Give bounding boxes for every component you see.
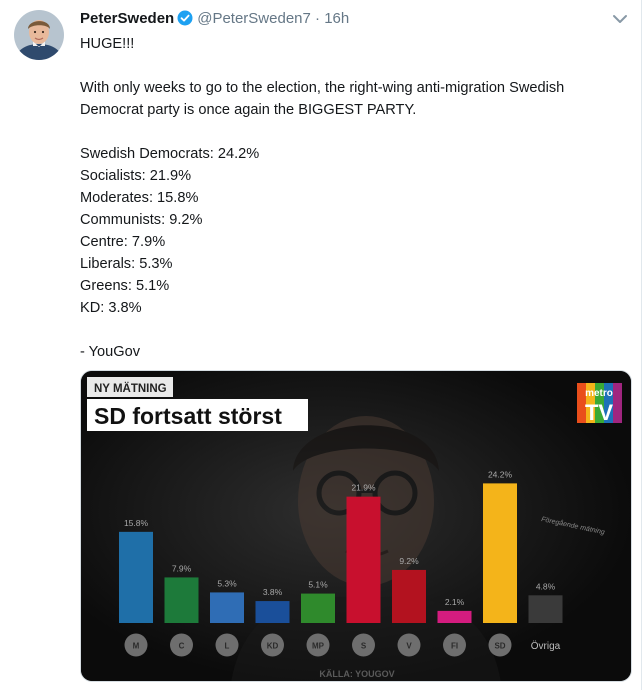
- chart-bar: [437, 610, 472, 623]
- bar-value-label: 5.1%: [308, 580, 328, 590]
- tweet-line: - YouGov: [80, 344, 141, 360]
- party-code: C: [179, 642, 185, 651]
- tweet-header: PeterSweden @PeterSweden7 · 16h: [80, 9, 601, 31]
- chart-bar: [346, 496, 381, 623]
- tweet-line: Liberals: 5.3%: [80, 256, 173, 272]
- chart-bar: [301, 593, 335, 623]
- chart-bar: [392, 569, 426, 623]
- avatar-image: [14, 10, 64, 60]
- tweet-card[interactable]: PeterSweden @PeterSweden7 · 16h HUGE!!! W…: [0, 0, 642, 690]
- bar-value-label: 21.9%: [351, 483, 376, 493]
- logo-top: metro: [585, 388, 613, 399]
- tweet-line: HUGE!!!: [80, 36, 135, 52]
- chart-bar: [255, 601, 290, 623]
- meta-separator: ·: [315, 10, 321, 27]
- author-name[interactable]: PeterSweden: [80, 10, 174, 27]
- bar-value-label: 9.2%: [399, 556, 419, 566]
- bar-value-label: 2.1%: [445, 597, 465, 607]
- tweet-timestamp[interactable]: 16h: [324, 10, 349, 27]
- party-code: V: [406, 642, 412, 651]
- tweet-line: Moderates: 15.8%: [80, 190, 199, 206]
- metro-tv-logo: metro TV: [577, 383, 622, 425]
- poll-chart-image: 15.8% 7.9% 5.3% 3.8% 5.1% 21.9% 9.2% 2.1% 24.2% 4…: [81, 371, 631, 681]
- tweet-line: KD: 3.8%: [80, 300, 142, 316]
- tweet-line: With only weeks to go to the election, t…: [80, 80, 565, 96]
- tweet-line: Democrat party is once again the BIGGEST…: [80, 102, 417, 118]
- party-code: MP: [312, 642, 325, 651]
- other-label: Övriga: [531, 640, 561, 652]
- party-code: KD: [267, 642, 279, 651]
- author-handle[interactable]: @PeterSweden7: [197, 10, 311, 27]
- party-code: SD: [494, 642, 505, 651]
- chart-bar: [119, 531, 153, 623]
- tweet-line: Communists: 9.2%: [80, 212, 203, 228]
- party-code: M: [133, 642, 140, 651]
- party-code: FI: [451, 642, 458, 651]
- bar-value-label: 3.8%: [263, 587, 283, 597]
- logo-bottom: TV: [585, 400, 613, 425]
- chart-bar: [210, 592, 244, 623]
- bar-value-label: 7.9%: [172, 563, 192, 573]
- verified-badge-icon: [177, 10, 193, 32]
- tweet-line: Socialists: 21.9%: [80, 168, 192, 184]
- chart-bar: [483, 483, 517, 623]
- tweet-line: Greens: 5.1%: [80, 278, 170, 294]
- chevron-down-icon[interactable]: [611, 12, 629, 26]
- media-headline: SD fortsatt störst: [94, 403, 282, 429]
- bar-value-label: 5.3%: [217, 578, 237, 588]
- chart-bar: [528, 595, 563, 623]
- tweet-media[interactable]: 15.8% 7.9% 5.3% 3.8% 5.1% 21.9% 9.2% 2.1% 24.2% 4…: [80, 370, 632, 682]
- media-tag: NY MÄTNING: [94, 382, 167, 395]
- media-source: KÄLLA: YOUGOV: [319, 669, 394, 679]
- tweet-line: Swedish Democrats: 24.2%: [80, 146, 260, 162]
- bar-value-label: 15.8%: [124, 518, 149, 528]
- party-code: L: [225, 642, 230, 651]
- party-code: S: [361, 642, 367, 651]
- avatar[interactable]: [14, 10, 64, 60]
- bar-value-label: 24.2%: [488, 469, 513, 479]
- bar-value-label: 4.8%: [536, 581, 556, 591]
- tweet-line: Centre: 7.9%: [80, 234, 166, 250]
- chart-bar: [164, 577, 199, 623]
- tweet-text: HUGE!!! With only weeks to go to the ele…: [80, 33, 625, 363]
